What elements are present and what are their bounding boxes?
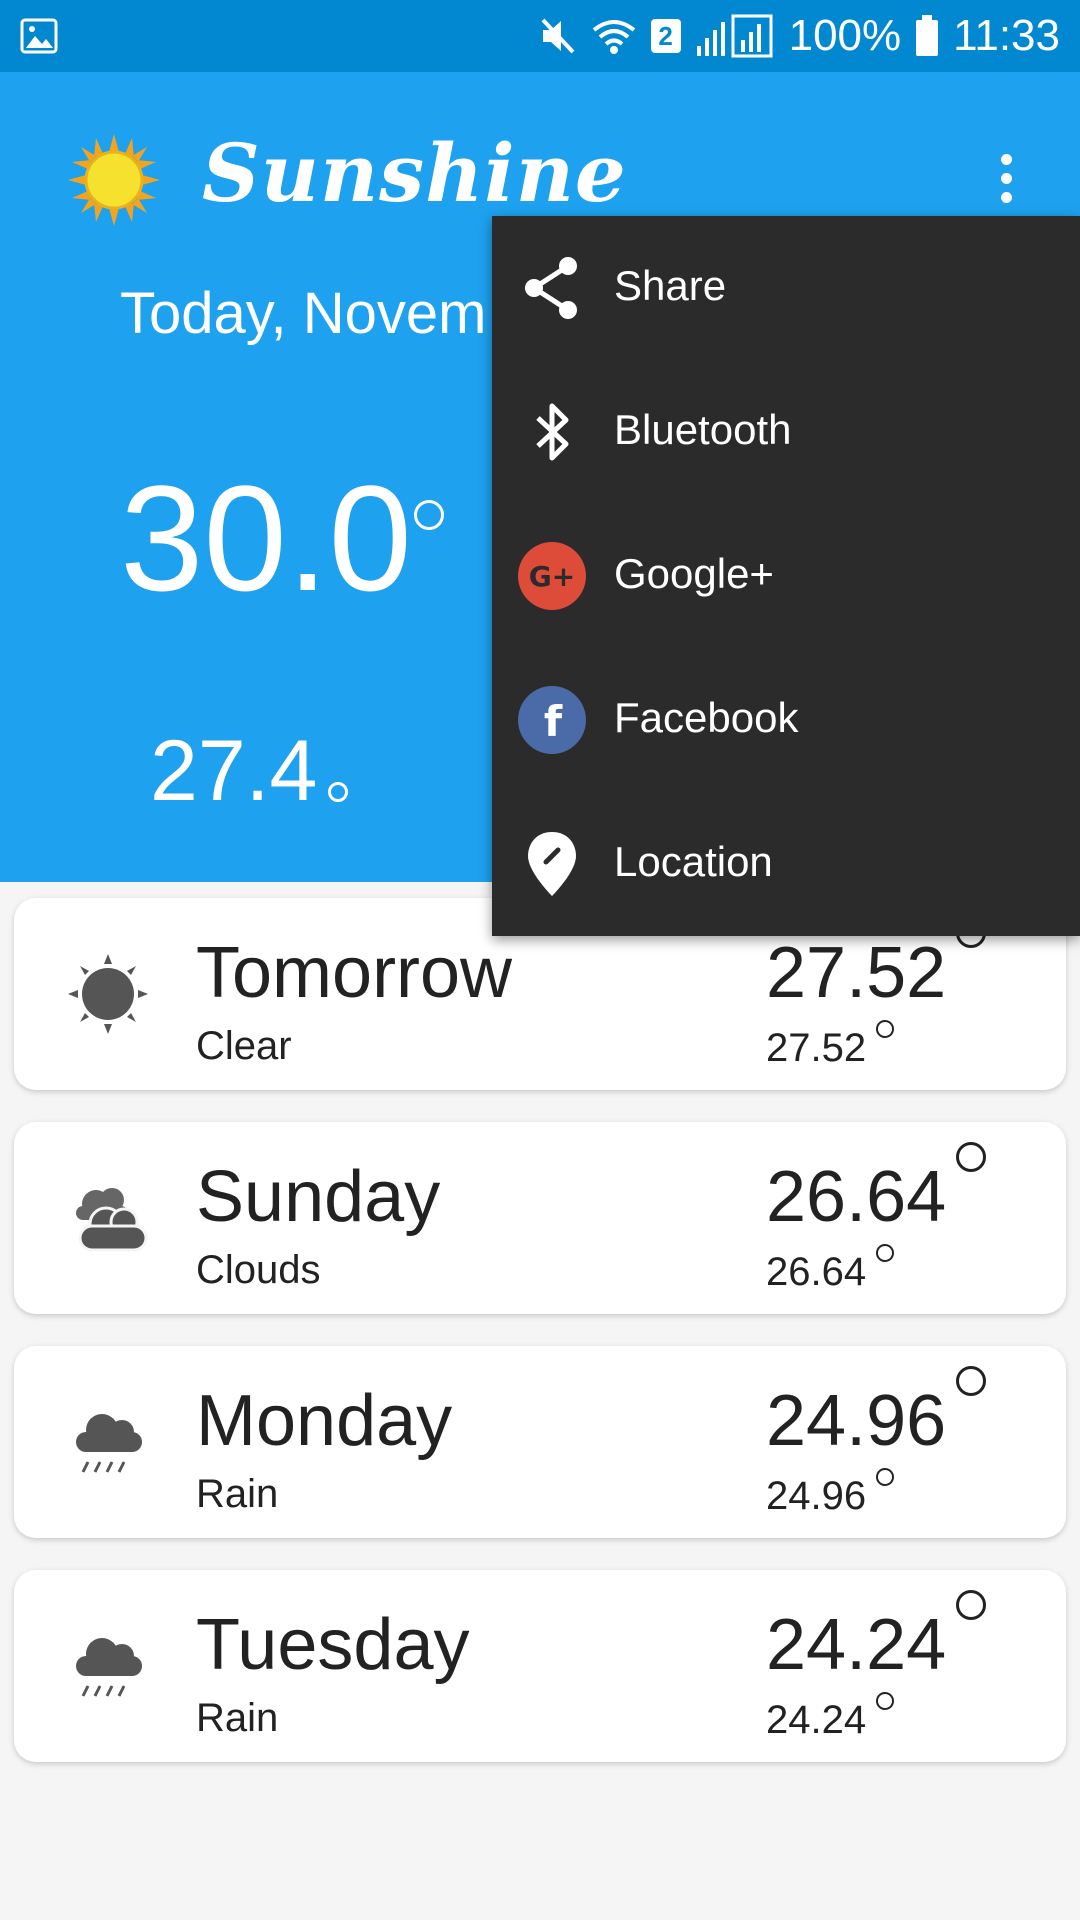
degree-symbol: [876, 1244, 894, 1262]
overflow-dot: [1000, 192, 1012, 203]
degree-symbol: [956, 1142, 986, 1172]
google-plus-icon: G+: [518, 542, 586, 610]
forecast-description: Rain: [196, 1472, 279, 1516]
battery-percent: 100%: [788, 11, 902, 60]
sim-badge: 2: [650, 19, 681, 53]
forecast-item[interactable]: Monday Rain 24.96 24.96: [14, 1346, 1066, 1538]
share-popup-menu: Share Bluetooth G+ Google+ f Facebook Lo…: [492, 216, 1080, 936]
svg-text:G+: G+: [529, 560, 575, 593]
degree-symbol: [956, 1590, 986, 1620]
sun-logo-icon: [68, 134, 160, 226]
forecast-low: 26.64: [766, 1250, 867, 1294]
battery-icon: [916, 15, 939, 56]
menu-item-bluetooth[interactable]: Bluetooth: [492, 360, 1080, 504]
forecast-day: Sunday: [196, 1157, 441, 1237]
forecast-day: Tuesday: [196, 1605, 470, 1685]
forecast-high: 27.52: [766, 933, 947, 1013]
menu-item-label: Facebook: [614, 694, 799, 741]
forecast-high: 26.64: [766, 1157, 947, 1237]
share-icon: [525, 257, 577, 319]
forecast-day: Monday: [196, 1381, 453, 1461]
overflow-menu-button[interactable]: [996, 154, 1016, 210]
clouds-icon: [76, 1188, 148, 1252]
menu-item-facebook[interactable]: f Facebook: [492, 648, 1080, 792]
location-pin-icon: [528, 832, 576, 896]
forecast-low: 24.96: [766, 1474, 867, 1518]
facebook-icon: f: [518, 686, 586, 754]
menu-item-location[interactable]: Location: [492, 792, 1080, 936]
menu-item-label: Location: [614, 838, 773, 885]
forecast-low: 24.24: [766, 1698, 867, 1742]
forecast-day: Tomorrow: [196, 933, 513, 1013]
mute-icon: [541, 18, 575, 54]
forecast-item[interactable]: Sunday Clouds 26.64 26.64: [14, 1122, 1066, 1314]
today-high-temp: 30.0: [120, 454, 412, 622]
wifi-icon: [592, 20, 635, 54]
today-low-temp: 27.4: [150, 723, 318, 819]
degree-symbol: [876, 1692, 894, 1710]
clock: 11:33: [953, 11, 1060, 60]
signal-icon: [696, 14, 773, 58]
rain-icon: [76, 1414, 142, 1473]
degree-symbol: [876, 1020, 894, 1038]
app-title: Sunshine: [202, 126, 627, 220]
gallery-notification-icon: [20, 18, 58, 54]
degree-symbol: [876, 1468, 894, 1486]
overflow-dot: [1000, 173, 1012, 184]
menu-item-label: Bluetooth: [614, 406, 792, 453]
forecast-high: 24.24: [766, 1605, 947, 1685]
menu-item-google-plus[interactable]: G+ Google+: [492, 504, 1080, 648]
degree-symbol: [956, 1366, 986, 1396]
degree-symbol: [328, 782, 348, 802]
rain-icon: [76, 1638, 142, 1697]
bluetooth-icon: [536, 403, 569, 461]
menu-item-label: Google+: [614, 550, 774, 597]
today-date: Today, Novem: [120, 281, 487, 346]
sun-icon: [68, 954, 148, 1034]
forecast-description: Rain: [196, 1696, 279, 1740]
overflow-dot: [1000, 154, 1012, 165]
forecast-high: 24.96: [766, 1381, 947, 1461]
menu-item-label: Share: [614, 262, 727, 309]
forecast-description: Clear: [196, 1024, 292, 1068]
svg-text:f: f: [544, 697, 563, 746]
status-bar: 2 100% 11:33: [0, 0, 1080, 72]
menu-item-share[interactable]: Share: [492, 216, 1080, 360]
status-icons: 2 100% 11:33: [539, 11, 1060, 60]
forecast-list: Tomorrow Clear 27.52 27.52 Sunday Clouds…: [14, 898, 1066, 1794]
forecast-low: 27.52: [766, 1026, 867, 1070]
degree-symbol: [414, 500, 444, 530]
forecast-item[interactable]: Tuesday Rain 24.24 24.24: [14, 1570, 1066, 1762]
forecast-description: Clouds: [196, 1248, 321, 1292]
